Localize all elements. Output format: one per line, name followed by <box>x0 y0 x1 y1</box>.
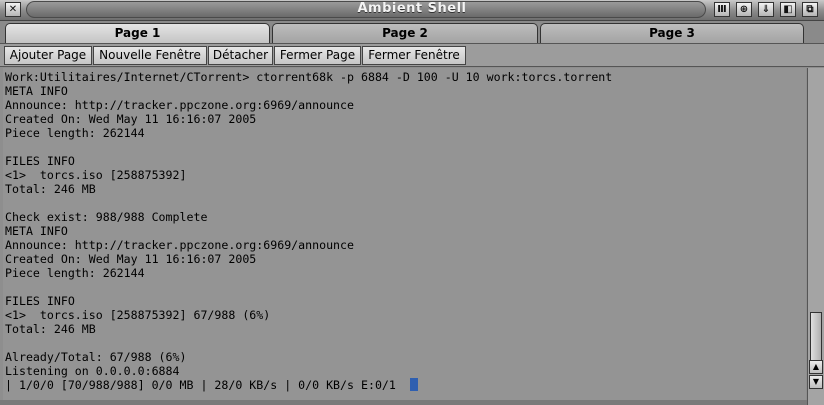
tab-page-3[interactable]: Page 3 <box>540 23 804 43</box>
tab-page-2[interactable]: Page 2 <box>272 23 538 43</box>
detach-button[interactable]: Détacher <box>208 46 273 65</box>
console-line: Created On: Wed May 11 16:16:07 2005 <box>5 112 257 126</box>
console-line: FILES INFO <box>5 294 75 308</box>
console-line: Total: 246 MB <box>5 182 96 196</box>
scroll-up-icon[interactable]: ▲ <box>809 360 823 374</box>
title-bar[interactable]: ✕ Ambient Shell Ⅲ ⊕ ⇓ ◧ ⧉ <box>0 0 824 21</box>
console-line: <1> torcs.iso [258875392] <box>5 168 187 182</box>
iconify-icon[interactable]: Ⅲ <box>714 2 730 17</box>
close-page-button[interactable]: Fermer Page <box>274 46 361 65</box>
vertical-scrollbar[interactable]: ▲ ▼ <box>807 68 824 405</box>
new-window-button[interactable]: Nouvelle Fenêtre <box>93 46 207 65</box>
depth-icon[interactable]: ⧉ <box>802 2 818 17</box>
console-line: <1> torcs.iso [258875392] 67/988 (6%) <box>5 308 271 322</box>
console-line: Created On: Wed May 11 16:16:07 2005 <box>5 252 257 266</box>
toolbar: Ajouter Page Nouvelle Fenêtre Détacher F… <box>0 43 824 67</box>
window-bottom-border <box>0 400 807 405</box>
close-window-button[interactable]: Fermer Fenêtre <box>362 46 466 65</box>
scroll-down-icon[interactable]: ▼ <box>809 375 823 389</box>
window-title: Ambient Shell <box>357 1 467 16</box>
console-line: | 1/0/0 [70/988/988] 0/0 MB | 28/0 KB/s … <box>5 378 410 392</box>
console-line: META INFO <box>5 224 68 238</box>
console-line: Already/Total: 67/988 (6%) <box>5 350 187 364</box>
snapshot-icon[interactable]: ⊕ <box>736 2 752 17</box>
console-output[interactable]: Work:Utilitaires/Internet/CTorrent> ctor… <box>3 68 806 400</box>
console-line: Total: 246 MB <box>5 322 96 336</box>
scrollbar-thumb[interactable] <box>810 312 822 362</box>
console-line: Announce: http://tracker.ppczone.org:696… <box>5 98 355 112</box>
console-line: Work:Utilitaires/Internet/CTorrent> ctor… <box>5 70 613 84</box>
console-text: Work:Utilitaires/Internet/CTorrent> ctor… <box>3 68 806 392</box>
console-line: Check exist: 988/988 Complete <box>5 210 208 224</box>
zoom-icon[interactable]: ◧ <box>780 2 796 17</box>
add-page-button[interactable]: Ajouter Page <box>4 46 92 65</box>
console-line: Piece length: 262144 <box>5 126 145 140</box>
console-line: Listening on 0.0.0.0:6884 <box>5 364 180 378</box>
page-tabs: Page 1 Page 2 Page 3 <box>0 21 824 43</box>
text-cursor <box>409 378 418 391</box>
console-line: META INFO <box>5 84 68 98</box>
minimize-icon[interactable]: ⇓ <box>758 2 774 17</box>
tab-page-1[interactable]: Page 1 <box>5 23 270 43</box>
console-line: Announce: http://tracker.ppczone.org:696… <box>5 238 355 252</box>
console-line: Piece length: 262144 <box>5 266 145 280</box>
console-line: FILES INFO <box>5 154 75 168</box>
